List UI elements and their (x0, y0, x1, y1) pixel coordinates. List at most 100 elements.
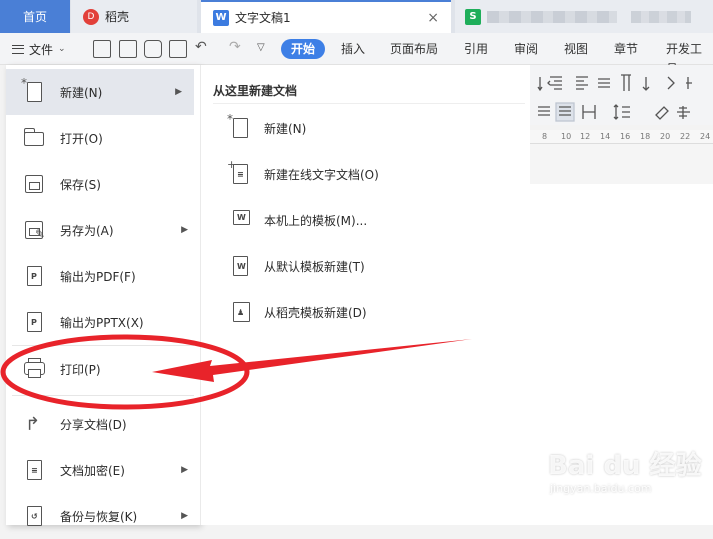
redo-icon[interactable]: ↷ (229, 39, 241, 55)
menu-item-export-pptx-label: 输出为PPTX(X) (60, 315, 144, 330)
ruler-tick: 14 (600, 132, 611, 141)
menu-item-export-pdf-label: 输出为PDF(F) (60, 269, 136, 284)
menu-item-share[interactable]: ↱ 分享文档(D) (6, 401, 200, 447)
tab-developer[interactable]: 开发工具 (666, 39, 713, 76)
blurred-tab-title-2 (631, 10, 691, 23)
submenu-arrow-icon: ▶ (181, 465, 188, 475)
docer-logo-icon: D (83, 8, 99, 25)
menu-item-print[interactable]: 打印(P) (6, 346, 200, 392)
preview-quick-icon[interactable] (169, 40, 187, 58)
undo-icon[interactable]: ↶ (195, 39, 207, 55)
hamburger-icon (12, 44, 24, 54)
submenu-item-online-doc[interactable]: ≡ + 新建在线文字文档(O) (227, 158, 379, 187)
tab-sections[interactable]: 章节 (614, 39, 638, 59)
print-quick-icon[interactable] (144, 40, 162, 58)
ruler-tick: 8 (542, 132, 548, 141)
tab-document[interactable]: W 文字文稿1 × (201, 0, 451, 33)
close-tab-icon[interactable]: × (427, 10, 439, 26)
tab-review[interactable]: 审阅 (514, 39, 538, 59)
submenu-arrow-icon: ▶ (175, 87, 182, 97)
chevron-down-icon: ⌄ (58, 44, 66, 54)
save-quick-icon[interactable] (93, 40, 111, 58)
tab-view[interactable]: 视图 (564, 39, 588, 59)
watermark-logo: Bai du 经验 (548, 451, 702, 481)
menu-divider (12, 395, 194, 396)
tab-home[interactable]: 首页 (0, 0, 70, 33)
online-doc-icon: ≡ + (227, 158, 249, 185)
new-doc-icon: * (21, 76, 45, 103)
docer-template-icon: ♟ (229, 301, 250, 323)
menu-item-save-label: 保存(S) (60, 177, 101, 192)
menu-item-save[interactable]: 保存(S) (6, 161, 200, 207)
tab-docer-label: 稻壳 (105, 10, 130, 24)
submenu-item-new[interactable]: * 新建(N) (227, 112, 307, 141)
file-menu-button[interactable]: 文件 ⌄ (6, 38, 82, 60)
ruler-tick: 16 (620, 132, 631, 141)
new-submenu: 从这里新建文档 * 新建(N) ≡ + 新建在线文字文档(O) W 本机上的模板(… (200, 65, 530, 525)
tab-references[interactable]: 引用 (464, 39, 488, 59)
menu-item-open-label: 打开(O) (60, 131, 103, 146)
ruler-tick: 22 (680, 132, 691, 141)
menu-item-new[interactable]: * 新建(N) ▶ (6, 69, 194, 115)
writer-logo-icon: W (213, 9, 229, 26)
menu-item-save-as[interactable]: ✎ 另存为(A) ▶ (6, 207, 200, 253)
menu-item-export-pptx[interactable]: P 输出为PPTX(X) (6, 299, 200, 345)
menu-item-save-as-label: 另存为(A) (60, 223, 114, 238)
encrypt-icon: ≡ (23, 459, 45, 481)
default-template-icon: W (229, 255, 249, 277)
ribbon: 文件 ⌄ ↶ ↷ ▽ 开始 插入 页面布局 引用 审阅 视图 章节 开发工具 (0, 33, 713, 76)
new-doc-icon: * (227, 112, 249, 139)
tab-page-layout[interactable]: 页面布局 (390, 39, 438, 59)
tab-spreadsheet[interactable]: S (455, 0, 713, 33)
menu-item-share-label: 分享文档(D) (60, 417, 127, 432)
submenu-title: 从这里新建文档 (213, 84, 298, 98)
tab-home-label: 首页 (22, 10, 47, 24)
tab-docer[interactable]: D 稻壳 (71, 0, 197, 33)
export-quick-icon[interactable] (119, 40, 137, 58)
pdf-icon: P (23, 265, 45, 287)
submenu-item-docer-template[interactable]: ♟ 从稻壳模板新建(D) (229, 299, 367, 325)
submenu-arrow-icon: ▶ (181, 511, 188, 521)
local-template-icon: W (229, 209, 250, 231)
blurred-tab-title (487, 10, 617, 23)
file-menu: * 新建(N) ▶ 打开(O) 保存(S) ✎ 另存为(A) ▶ P 输出为PD… (6, 65, 200, 526)
ruler-tick: 20 (660, 132, 671, 141)
tab-start[interactable]: 开始 (281, 39, 326, 59)
ruler-tick: 18 (640, 132, 651, 141)
submenu-item-local-template[interactable]: W 本机上的模板(M)... (229, 207, 367, 233)
ruler-tick: 10 (561, 132, 572, 141)
folder-icon (23, 127, 45, 149)
menu-item-encrypt-label: 文档加密(E) (60, 463, 125, 478)
menu-item-new-label: 新建(N) (60, 85, 103, 100)
ruler-tick: 24 (700, 132, 711, 141)
horizontal-ruler: 8 10 12 14 16 18 20 22 24 (528, 130, 713, 144)
save-icon (23, 173, 45, 195)
print-icon (23, 358, 45, 380)
menu-item-encrypt[interactable]: ≡ 文档加密(E) ▶ (6, 447, 200, 493)
watermark-url: jingyan.baidu.com (550, 482, 652, 495)
submenu-item-docer-template-label: 从稻壳模板新建(D) (264, 305, 367, 320)
menu-item-backup[interactable]: ↺ 备份与恢复(K) ▶ (6, 493, 200, 539)
submenu-divider (213, 103, 525, 104)
menu-item-print-label: 打印(P) (60, 362, 101, 377)
format-toolbar (528, 65, 713, 125)
paragraph-tools-icons[interactable] (528, 65, 713, 125)
menu-item-open[interactable]: 打开(O) (6, 115, 200, 161)
tab-bar: 首页 D 稻壳 W 文字文稿1 × S (0, 0, 713, 33)
menu-item-export-pdf[interactable]: P 输出为PDF(F) (6, 253, 200, 299)
save-as-icon: ✎ (23, 219, 45, 241)
submenu-arrow-icon: ▶ (181, 225, 188, 235)
backup-icon: ↺ (23, 505, 45, 527)
tab-insert[interactable]: 插入 (341, 39, 365, 59)
customize-dropdown-icon[interactable]: ▽ (257, 42, 265, 53)
submenu-item-default-template-label: 从默认模板新建(T) (264, 259, 365, 274)
submenu-item-default-template[interactable]: W 从默认模板新建(T) (229, 253, 365, 279)
ruler-tick: 12 (580, 132, 591, 141)
submenu-item-new-label: 新建(N) (264, 121, 307, 136)
tab-document-label: 文字文稿1 (235, 11, 291, 25)
share-icon: ↱ (25, 414, 41, 435)
pptx-icon: P (23, 311, 45, 333)
submenu-item-local-template-label: 本机上的模板(M)... (264, 213, 368, 228)
menu-item-backup-label: 备份与恢复(K) (60, 509, 138, 524)
spreadsheet-logo-icon: S (465, 8, 481, 25)
